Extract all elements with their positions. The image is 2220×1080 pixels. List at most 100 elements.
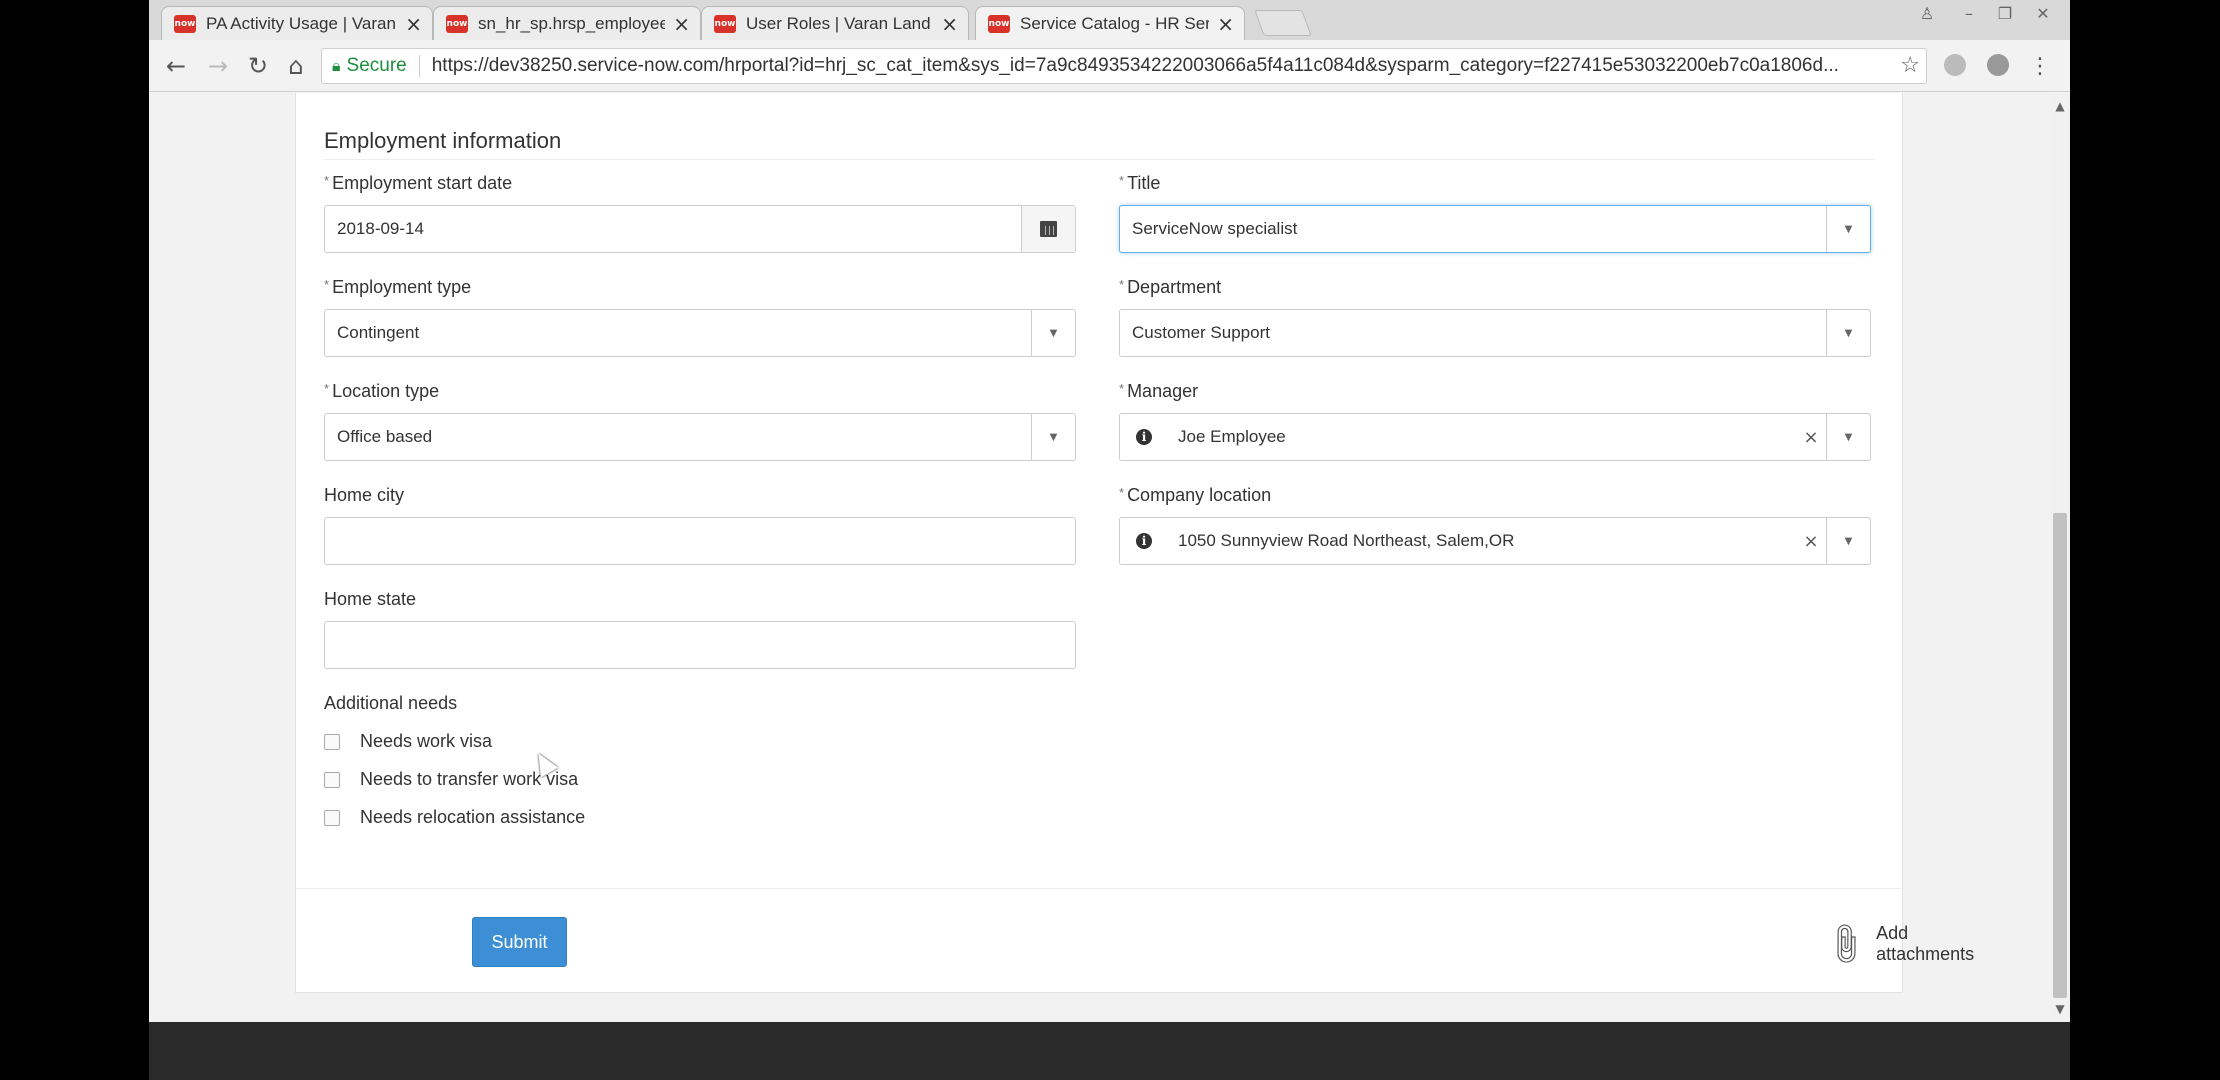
tab-title: Service Catalog - HR Ser	[1020, 13, 1210, 33]
paperclip-icon: 📎︎	[1819, 918, 1871, 970]
checkbox-label: Needs relocation assistance	[360, 807, 586, 827]
add-attachments-label: Add attachments	[1876, 923, 1975, 964]
home-city-label: Home city	[324, 485, 405, 505]
scroll-up-arrow-icon[interactable]: ▲	[2050, 99, 2070, 113]
browser-window: now PA Activity Usage | Varan × now sn_h…	[149, 0, 2070, 1022]
checkbox-label: Needs work visa	[360, 731, 493, 751]
start-date-value: 2018-09-14	[337, 219, 424, 238]
employment-type-select[interactable]: Contingent ▼	[324, 309, 1076, 357]
close-icon[interactable]: ×	[941, 12, 958, 36]
scroll-down-arrow-icon[interactable]: ▼	[2050, 1002, 2070, 1016]
divider	[418, 55, 420, 77]
checkbox-row[interactable]: Needs work visa	[324, 731, 492, 752]
extension-icon[interactable]	[1987, 54, 2009, 76]
page-scrollbar[interactable]: ▲ ▼	[2050, 93, 2070, 1022]
employment-type-label: * Employment type	[324, 277, 471, 298]
required-marker: *	[1119, 277, 1125, 292]
browser-tab[interactable]: now User Roles | Varan Land ×	[701, 6, 969, 40]
calendar-button[interactable]	[1021, 206, 1075, 252]
company-location-label: * Company location	[1119, 485, 1271, 506]
back-arrow-icon[interactable]: ←	[159, 50, 193, 82]
manager-label: * Manager	[1119, 381, 1198, 402]
reload-icon[interactable]: ↻	[241, 50, 275, 82]
label-text: Company location	[1127, 485, 1272, 505]
browser-tab[interactable]: now sn_hr_sp.hrsp_employee ×	[433, 6, 701, 40]
relocation-assistance-checkbox[interactable]	[324, 809, 340, 826]
tab-title: sn_hr_sp.hrsp_employee	[478, 13, 666, 33]
title-value: ServiceNow specialist	[1132, 219, 1298, 238]
submit-button[interactable]: Submit	[472, 917, 567, 967]
home-city-input[interactable]	[324, 517, 1076, 565]
start-date-field[interactable]: 2018-09-14	[324, 205, 1076, 253]
location-type-select[interactable]: Office based ▼	[324, 413, 1076, 461]
info-icon[interactable]: i	[1136, 429, 1152, 445]
location-type-value: Office based	[337, 427, 433, 446]
department-label: * Department	[1119, 277, 1221, 298]
label-text: Title	[1127, 173, 1161, 193]
scrollbar-thumb[interactable]	[2053, 513, 2067, 998]
home-state-input[interactable]	[324, 621, 1076, 669]
servicenow-favicon-icon: now	[174, 14, 196, 33]
user-profile-icon[interactable]: ♙	[1907, 0, 1947, 26]
required-marker: *	[324, 277, 330, 292]
lock-icon: 🔒︎	[332, 56, 341, 75]
browser-tab-active[interactable]: now Service Catalog - HR Ser ×	[975, 6, 1245, 40]
clear-icon[interactable]: ×	[1796, 531, 1826, 552]
tab-strip: now PA Activity Usage | Varan × now sn_h…	[149, 0, 2070, 40]
section-title: Employment information	[324, 128, 562, 153]
manager-reference-field[interactable]: i Joe Employee × ▼	[1119, 413, 1871, 461]
required-marker: *	[324, 173, 330, 188]
close-icon[interactable]: ×	[1217, 12, 1234, 36]
servicenow-favicon-icon: now	[988, 14, 1010, 33]
minimize-icon[interactable]: –	[1949, 0, 1989, 26]
secure-label: Secure	[346, 55, 407, 76]
extension-icon[interactable]	[1944, 54, 1966, 76]
chevron-down-icon[interactable]: ▼	[1826, 518, 1870, 564]
company-location-value: 1050 Sunnyview Road Northeast, Salem,OR	[1178, 531, 1515, 550]
label-text: Employment type	[332, 277, 472, 297]
chevron-down-icon[interactable]: ▼	[1031, 414, 1075, 460]
transfer-work-visa-checkbox[interactable]	[324, 771, 340, 788]
close-icon[interactable]: ×	[673, 12, 690, 36]
company-location-reference-field[interactable]: i 1050 Sunnyview Road Northeast, Salem,O…	[1119, 517, 1871, 565]
restore-icon[interactable]: ❐	[1985, 0, 2025, 26]
chevron-down-icon[interactable]: ▼	[1826, 206, 1870, 252]
required-marker: *	[1119, 173, 1125, 188]
calendar-icon	[1040, 221, 1057, 237]
chevron-down-icon[interactable]: ▼	[1826, 414, 1870, 460]
manager-value: Joe Employee	[1178, 427, 1286, 446]
home-icon[interactable]: ⌂	[279, 50, 313, 82]
close-window-icon[interactable]: ✕	[2023, 0, 2063, 26]
label-text: Employment start date	[332, 173, 513, 193]
url-text[interactable]: https://dev38250.service-now.com/hrporta…	[432, 55, 1926, 77]
tab-title: PA Activity Usage | Varan	[206, 13, 396, 33]
browser-toolbar: ← → ↻ ⌂ 🔒︎ Secure https://dev38250.servi…	[149, 40, 2070, 92]
add-attachments-link[interactable]: 📎︎ Add attachments	[1819, 918, 1975, 970]
employment-type-value: Contingent	[337, 323, 420, 342]
department-value: Customer Support	[1132, 323, 1270, 342]
address-bar[interactable]: 🔒︎ Secure https://dev38250.service-now.c…	[321, 48, 1927, 84]
chevron-down-icon[interactable]: ▼	[1826, 310, 1870, 356]
title-select[interactable]: ServiceNow specialist ▼	[1119, 205, 1871, 253]
info-icon[interactable]: i	[1136, 533, 1152, 549]
browser-tab[interactable]: now PA Activity Usage | Varan ×	[161, 6, 433, 40]
needs-work-visa-checkbox[interactable]	[324, 733, 340, 750]
servicenow-favicon-icon: now	[714, 14, 736, 33]
close-icon[interactable]: ×	[405, 12, 422, 36]
menu-kebab-icon[interactable]: ⋮	[2023, 50, 2057, 82]
new-tab-button[interactable]	[1254, 10, 1312, 36]
label-text: Manager	[1127, 381, 1199, 401]
bookmark-star-icon[interactable]: ☆	[1900, 53, 1920, 78]
chevron-down-icon[interactable]: ▼	[1031, 310, 1075, 356]
clear-icon[interactable]: ×	[1796, 427, 1826, 448]
label-text: Department	[1127, 277, 1222, 297]
required-marker: *	[1119, 381, 1125, 396]
location-type-label: * Location type	[324, 381, 439, 402]
start-date-label: * Employment start date	[324, 173, 512, 194]
additional-needs-label: Additional needs	[324, 693, 458, 713]
department-select[interactable]: Customer Support ▼	[1119, 309, 1871, 357]
checkbox-row[interactable]: Needs relocation assistance	[324, 807, 585, 828]
forward-arrow-icon[interactable]: →	[201, 50, 235, 82]
home-state-label: Home state	[324, 589, 417, 609]
taskbar	[149, 1022, 2070, 1080]
